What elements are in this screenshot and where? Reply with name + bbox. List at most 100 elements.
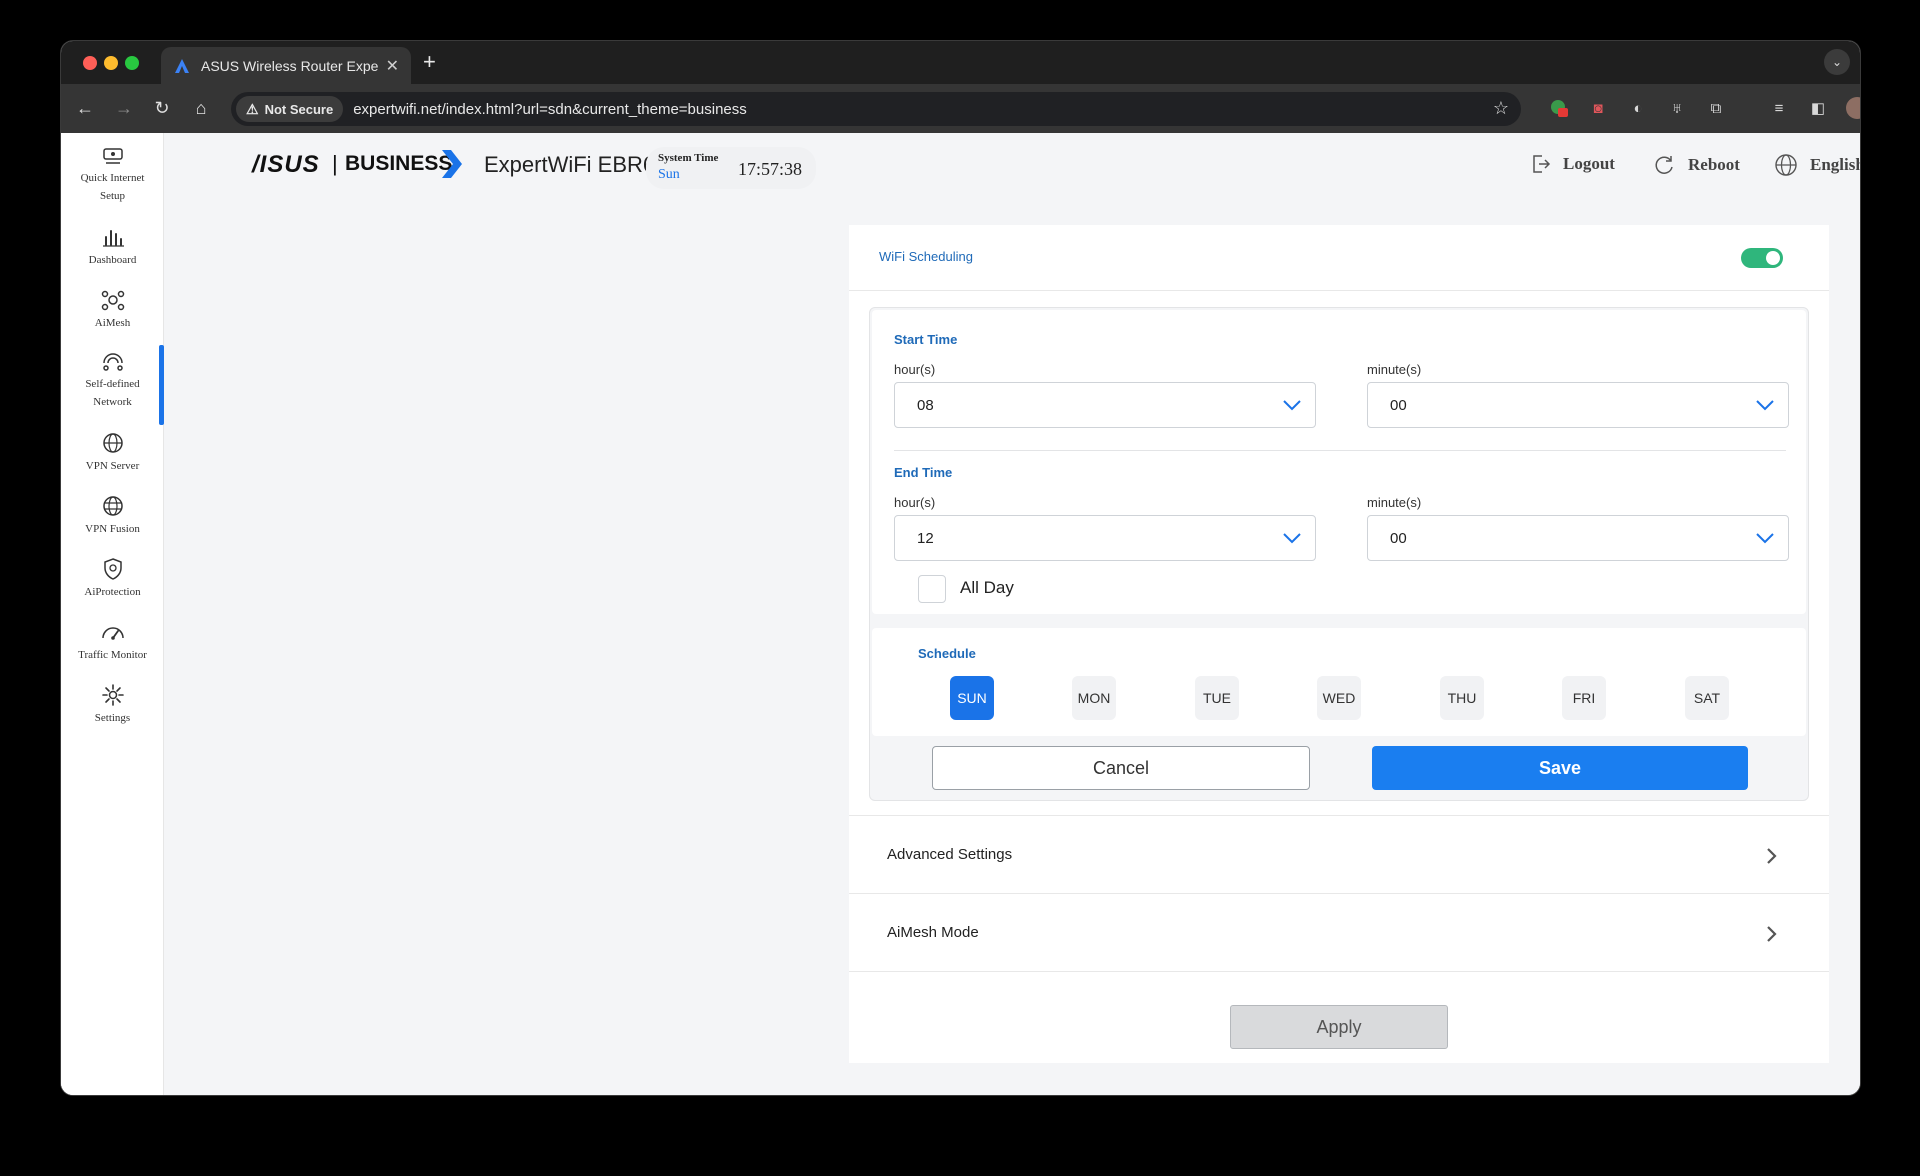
- chevron-down-icon: [1283, 400, 1301, 411]
- start-minute-label: minute(s): [1367, 362, 1422, 377]
- bookmark-star-icon[interactable]: ☆: [1493, 98, 1509, 119]
- sidebar-item-label: Settings: [94, 712, 131, 724]
- system-time-clock: 17:57:38: [738, 159, 803, 179]
- aimesh-mode-row[interactable]: AiMesh Mode: [849, 893, 1829, 971]
- start-hour-select[interactable]: 08: [894, 382, 1316, 428]
- reboot-icon: [1655, 156, 1673, 174]
- gear-icon: [101, 684, 124, 706]
- asus-favicon-icon: [175, 58, 189, 73]
- time-settings: Start Time hour(s) minute(s) 08 00 End T…: [872, 310, 1806, 614]
- globe-icon: [1775, 154, 1797, 176]
- chevron-right-icon: [1767, 848, 1777, 864]
- translate-icon[interactable]: ♅: [1666, 97, 1688, 119]
- business-logo: BUSINESS: [345, 152, 453, 175]
- all-day-checkbox[interactable]: [918, 575, 946, 603]
- router-app: Quick Internet Setup Dashboard AiMesh Se…: [61, 133, 1860, 1095]
- logout-label: Logout: [1563, 154, 1615, 173]
- browser-tab[interactable]: ASUS Wireless Router Exper ✕: [161, 47, 411, 84]
- profile-avatar[interactable]: [1846, 97, 1860, 119]
- cancel-button[interactable]: Cancel: [932, 746, 1310, 790]
- security-label: Not Secure: [264, 101, 334, 117]
- day-button-sat[interactable]: SAT: [1685, 676, 1729, 720]
- warning-icon: ⚠: [246, 100, 259, 117]
- day-button-thu[interactable]: THU: [1440, 676, 1484, 720]
- start-time-title: Start Time: [894, 332, 958, 347]
- tab-search-button[interactable]: ⌄: [1824, 49, 1850, 75]
- row-divider: [849, 971, 1829, 972]
- save-button[interactable]: Save: [1372, 746, 1748, 790]
- end-minute-select[interactable]: 00: [1367, 515, 1789, 561]
- reboot-button[interactable]: Reboot: [1652, 153, 1740, 177]
- language-label: English: [1810, 155, 1860, 174]
- sidebar-item-vpn-fusion[interactable]: VPN Fusion: [61, 494, 164, 538]
- dashboard-icon: [102, 230, 124, 247]
- sidebar-item-label: VPN Fusion: [85, 523, 140, 535]
- browser-toolbar: ← → ↻ ⌂ ⚠ Not Secure expertwifi.net/inde…: [61, 84, 1860, 133]
- url-text[interactable]: expertwifi.net/index.html?url=sdn&curren…: [353, 101, 747, 118]
- start-minute-select[interactable]: 00: [1367, 382, 1789, 428]
- apply-button[interactable]: Apply: [1230, 1005, 1448, 1049]
- section-divider: [894, 450, 1786, 451]
- logout-icon: [1533, 155, 1551, 173]
- end-hour-select[interactable]: 12: [894, 515, 1316, 561]
- end-minute-value: 00: [1390, 530, 1407, 547]
- sidebar-item-self-defined-network[interactable]: Self-defined Network: [61, 349, 164, 411]
- day-button-wed[interactable]: WED: [1317, 676, 1361, 720]
- chevron-down-icon: [1283, 533, 1301, 544]
- forward-icon[interactable]: →: [112, 96, 136, 120]
- reading-list-icon[interactable]: ≡: [1768, 97, 1790, 119]
- sidebar-item-settings[interactable]: Settings: [61, 683, 164, 727]
- title-bar: ASUS Wireless Router Exper ✕ + ⌄: [61, 41, 1860, 84]
- close-window-button[interactable]: [83, 56, 97, 70]
- advanced-settings-row[interactable]: Advanced Settings: [849, 815, 1829, 893]
- end-minute-label: minute(s): [1367, 495, 1422, 510]
- extension-icon[interactable]: [1548, 97, 1570, 119]
- security-indicator[interactable]: ⚠ Not Secure: [236, 96, 344, 122]
- sidebar-item-vpn-server[interactable]: VPN Server: [61, 431, 164, 475]
- start-hour-value: 08: [917, 397, 934, 414]
- sidebar-item-dashboard[interactable]: Dashboard: [61, 225, 164, 269]
- sidebar-item-quick-internet-setup[interactable]: Quick Internet Setup: [61, 143, 164, 205]
- maximize-window-button[interactable]: [125, 56, 139, 70]
- logo-chevron-icon: [442, 150, 462, 178]
- end-hour-label: hour(s): [894, 495, 936, 510]
- side-panel-icon[interactable]: ◧: [1807, 97, 1829, 119]
- sidebar-item-aiprotection[interactable]: AiProtection: [61, 557, 164, 601]
- sidebar-item-label: Network: [93, 396, 132, 408]
- tab-close-icon[interactable]: ✕: [386, 56, 399, 76]
- new-tab-button[interactable]: +: [423, 49, 436, 75]
- model-name: ExpertWiFi EBR63: [484, 152, 668, 177]
- logout-button[interactable]: Logout: [1529, 153, 1615, 175]
- language-selector[interactable]: English ▼: [1774, 153, 1860, 177]
- chevron-down-icon: [1756, 533, 1774, 544]
- password-manager-icon[interactable]: ◐: [1627, 97, 1649, 119]
- day-button-fri[interactable]: FRI: [1562, 676, 1606, 720]
- day-button-mon[interactable]: MON: [1072, 676, 1116, 720]
- day-button-tue[interactable]: TUE: [1195, 676, 1239, 720]
- aimesh-icon: [101, 290, 124, 311]
- sidebar: Quick Internet Setup Dashboard AiMesh Se…: [61, 133, 164, 1095]
- home-icon[interactable]: ⌂: [189, 96, 213, 120]
- reload-icon[interactable]: ↻: [150, 96, 174, 120]
- day-button-sun[interactable]: SUN: [950, 676, 994, 720]
- pocket-icon[interactable]: ◙: [1587, 97, 1609, 119]
- end-time-title: End Time: [894, 465, 953, 480]
- minimize-window-button[interactable]: [104, 56, 118, 70]
- sidebar-item-label: Self-defined: [85, 378, 140, 390]
- sidebar-item-traffic-monitor[interactable]: Traffic Monitor: [61, 620, 164, 664]
- back-icon[interactable]: ←: [73, 96, 97, 120]
- address-bar[interactable]: ⚠ Not Secure expertwifi.net/index.html?u…: [231, 92, 1521, 126]
- sidebar-item-aimesh[interactable]: AiMesh: [61, 288, 164, 332]
- aimesh-mode-label: AiMesh Mode: [887, 924, 979, 941]
- quick-setup-icon: [102, 148, 123, 164]
- wifi-scheduling-toggle[interactable]: [1741, 248, 1783, 268]
- panel-title: WiFi Scheduling: [879, 249, 973, 264]
- sidebar-item-label: Setup: [99, 190, 126, 202]
- system-time-label: System Time: [658, 152, 719, 164]
- sidebar-item-label: AiMesh: [94, 317, 131, 329]
- network-icon: [102, 353, 123, 371]
- sidebar-item-label: AiProtection: [84, 586, 141, 598]
- asus-logo: /ISUS: [252, 151, 320, 178]
- advanced-settings-label: Advanced Settings: [887, 846, 1013, 863]
- extensions-puzzle-icon[interactable]: ⧉: [1705, 97, 1727, 119]
